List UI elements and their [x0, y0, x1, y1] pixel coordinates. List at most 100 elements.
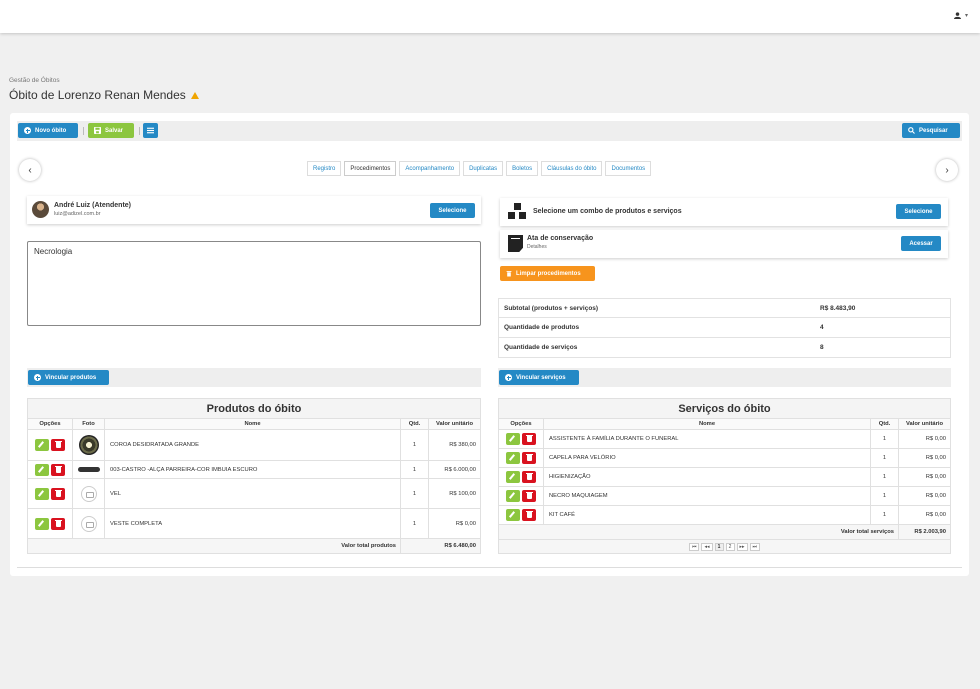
delete-icon[interactable]: [51, 439, 65, 451]
services-table: Opções Nome Qtd. Valor unitário ASSISTEN…: [498, 418, 951, 540]
prev-arrow-button[interactable]: ‹: [19, 159, 41, 181]
edit-icon[interactable]: [506, 471, 520, 483]
delete-icon[interactable]: [522, 433, 536, 445]
delete-icon[interactable]: [522, 452, 536, 464]
chevron-left-icon: ‹: [28, 164, 32, 176]
main-card: Novo óbito Salvar Pesquisar ‹ › Registro…: [10, 113, 969, 576]
table-row: CAPELA PARA VELÓRIO 1 R$ 0,00: [498, 448, 951, 468]
pager-page-2[interactable]: 2: [725, 542, 735, 551]
search-icon: [908, 127, 915, 134]
products-table-block: Produtos do óbito Opções Foto Nome Qtd. …: [27, 398, 481, 554]
tab-acompanhamento[interactable]: Acompanhamento: [399, 161, 461, 176]
col-options: Opções: [498, 418, 544, 430]
user-icon: [953, 12, 961, 19]
pager-prev[interactable]: ◂◂: [701, 542, 713, 551]
tab-duplicatas[interactable]: Duplicatas: [463, 161, 504, 176]
chevron-right-icon: ›: [945, 164, 949, 176]
user-menu[interactable]: ▾: [953, 12, 968, 19]
breadcrumb[interactable]: Gestão de Óbitos: [9, 77, 60, 84]
divider: [83, 127, 84, 135]
col-unit: Valor unitário: [428, 418, 481, 430]
save-button[interactable]: Salvar: [88, 123, 134, 138]
pager-next[interactable]: ▸▸: [736, 542, 748, 551]
tab-procedimentos[interactable]: Procedimentos: [344, 161, 397, 176]
link-products-button[interactable]: Vincular produtos: [28, 370, 109, 385]
menu-button[interactable]: [143, 123, 158, 138]
plus-icon: [24, 127, 31, 134]
col-name: Nome: [543, 418, 871, 430]
edit-icon[interactable]: [506, 509, 520, 521]
table-row: COROA DESIDRATADA GRANDE 1 R$ 380,00: [27, 429, 481, 461]
services-title: Serviços do óbito: [498, 398, 951, 418]
delete-icon[interactable]: [51, 517, 65, 530]
notes-textarea[interactable]: Necrologia: [27, 241, 481, 326]
attendant-email: luiz@adizel.com.br: [54, 211, 101, 217]
ata-subtitle[interactable]: Detalhes: [527, 244, 547, 250]
next-arrow-button[interactable]: ›: [936, 159, 958, 181]
delete-icon[interactable]: [522, 471, 536, 483]
menu-icon: [147, 127, 154, 134]
toolbar: Novo óbito Salvar Pesquisar: [17, 121, 962, 141]
trash-icon: [506, 271, 512, 277]
warning-icon: [190, 91, 199, 99]
delete-icon[interactable]: [51, 487, 65, 500]
delete-icon[interactable]: [522, 490, 536, 502]
summary-row: Quantidade de serviços 8: [498, 338, 951, 358]
product-photo: [78, 435, 99, 455]
table-row: VESTE COMPLETA 1 R$ 0,00: [27, 508, 481, 539]
table-row: HIGIENIZAÇÃO 1 R$ 0,00: [498, 467, 951, 487]
edit-icon[interactable]: [35, 487, 49, 500]
pager-first[interactable]: ⏮: [688, 542, 700, 551]
combo-box: Selecione um combo de produtos e serviço…: [500, 198, 948, 226]
select-combo-button[interactable]: Selecione: [896, 204, 941, 219]
product-photo: [77, 467, 100, 472]
col-options: Opções: [27, 418, 73, 430]
access-ata-button[interactable]: Acessar: [901, 236, 941, 251]
plus-icon: [505, 374, 512, 381]
pager-page-1[interactable]: 1: [714, 542, 724, 551]
table-row: VEL 1 R$ 100,00: [27, 478, 481, 509]
cubes-icon: [508, 203, 528, 221]
document-icon: [508, 235, 523, 252]
col-unit: Valor unitário: [898, 418, 951, 430]
col-photo: Foto: [72, 418, 105, 430]
delete-icon[interactable]: [51, 463, 65, 476]
products-table: Opções Foto Nome Qtd. Valor unitário COR…: [27, 418, 481, 554]
tab-clausulas[interactable]: Cláusulas do óbito: [541, 161, 603, 176]
edit-icon[interactable]: [506, 433, 520, 445]
edit-icon[interactable]: [35, 463, 49, 476]
table-row: 003-CASTRO -ALÇA PARREIRA-COR IMBUIA ESC…: [27, 460, 481, 479]
tab-bar: Registro Procedimentos Acompanhamento Du…: [307, 161, 652, 176]
edit-icon[interactable]: [506, 490, 520, 502]
clear-procedures-button[interactable]: Limpar procedimentos: [500, 266, 595, 281]
summary-row: Quantidade de produtos 4: [498, 318, 951, 338]
tab-documentos[interactable]: Documentos: [605, 161, 652, 176]
services-table-block: Serviços do óbito Opções Nome Qtd. Valor…: [498, 398, 951, 554]
edit-icon[interactable]: [506, 452, 520, 464]
tab-boletos[interactable]: Boletos: [506, 161, 539, 176]
delete-icon[interactable]: [522, 509, 536, 521]
products-total-row: Valor total produtos R$ 6.480,00: [27, 538, 481, 554]
col-name: Nome: [104, 418, 401, 430]
table-row: KIT CAFÉ 1 R$ 0,00: [498, 505, 951, 525]
combo-title: Selecione um combo de produtos e serviço…: [533, 208, 682, 215]
top-bar: ▾: [0, 0, 980, 33]
services-total-row: Valor total serviços R$ 2.003,90: [498, 524, 951, 540]
products-title: Produtos do óbito: [27, 398, 481, 418]
link-services-bar: Vincular serviços: [498, 368, 951, 387]
camera-icon: [80, 515, 97, 532]
select-attendant-button[interactable]: Selecione: [430, 203, 475, 218]
link-services-button[interactable]: Vincular serviços: [499, 370, 579, 385]
edit-icon[interactable]: [35, 517, 49, 530]
col-qty: Qtd.: [400, 418, 429, 430]
table-row: NECRO MAQUIAGEM 1 R$ 0,00: [498, 486, 951, 506]
table-row: ASSISTENTE À FAMÍLIA DURANTE O FUNERAL 1…: [498, 429, 951, 449]
new-obito-button[interactable]: Novo óbito: [18, 123, 78, 138]
attendant-name: André Luiz (Atendente): [54, 202, 131, 209]
pager-last[interactable]: ⏭: [749, 542, 761, 551]
divider: [139, 127, 140, 135]
search-button[interactable]: Pesquisar: [902, 123, 960, 138]
ata-title: Ata de conservação: [527, 235, 594, 242]
edit-icon[interactable]: [35, 439, 49, 451]
tab-registro[interactable]: Registro: [307, 161, 342, 176]
